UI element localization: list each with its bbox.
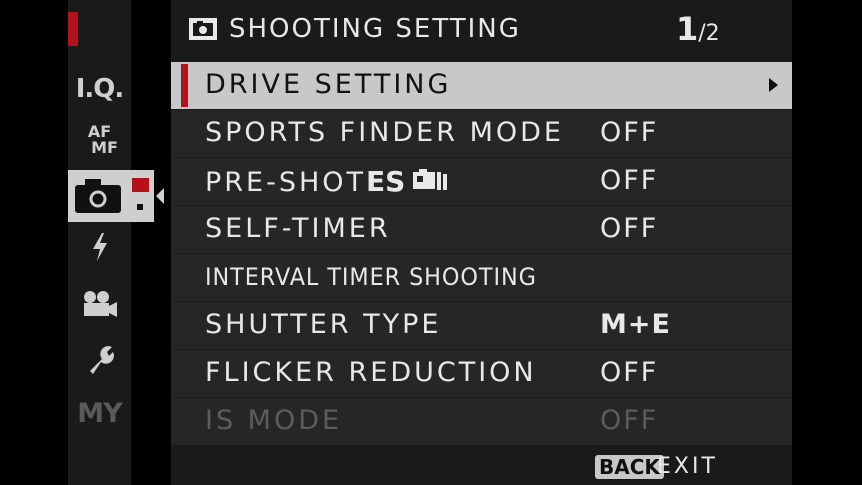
menu-item-pre-shot-es[interactable]: PRE-SHOTES OFF: [171, 158, 792, 205]
page-total: /2: [698, 21, 720, 46]
menu-item-label: SHUTTER TYPE: [205, 309, 442, 340]
menu-item-value: OFF: [600, 213, 659, 244]
back-button[interactable]: BACK: [595, 455, 664, 479]
menu-item-is-mode: IS MODE OFF: [171, 398, 792, 445]
menu-item-interval-timer-shooting[interactable]: INTERVAL TIMER SHOOTING: [171, 254, 792, 301]
shooting-setting-icon: [189, 16, 217, 44]
menu-header: SHOOTING SETTING 1/2: [171, 0, 792, 60]
burst-shooting-icon: [411, 167, 449, 200]
page-indicator: 1/2: [676, 10, 720, 48]
menu-item-self-timer[interactable]: SELF-TIMER OFF: [171, 206, 792, 253]
submenu-arrow-icon: [769, 78, 778, 92]
movie-camera-icon[interactable]: [68, 290, 131, 324]
menu-item-value: OFF: [600, 357, 659, 388]
mf-label: MF: [91, 138, 118, 157]
active-tab-pointer: [156, 188, 164, 204]
menu-panel: SHOOTING SETTING 1/2 DRIVE SETTING SPORT…: [171, 0, 792, 485]
menu-item-label: SPORTS FINDER MODE: [205, 117, 564, 148]
es-label: ES: [366, 165, 406, 198]
menu-footer: BACK EXIT: [171, 450, 792, 485]
flash-icon[interactable]: [68, 232, 131, 266]
menu-item-sports-finder-mode[interactable]: SPORTS FINDER MODE OFF: [171, 110, 792, 157]
menu-item-value: OFF: [600, 117, 659, 148]
page-title: SHOOTING SETTING: [229, 14, 521, 44]
menu-item-label: IS MODE: [205, 405, 343, 436]
menu-item-value: OFF: [600, 165, 659, 196]
wrench-icon[interactable]: [68, 343, 131, 379]
page-current: 1: [676, 10, 699, 48]
menu-item-value: OFF: [600, 405, 659, 436]
menu-tab-sidebar: I.Q. AF MF MY: [68, 0, 154, 485]
menu-item-label: INTERVAL TIMER SHOOTING: [205, 263, 537, 291]
shooting-setting-tab[interactable]: [68, 170, 154, 222]
menu-item-label: SELF-TIMER: [205, 213, 391, 244]
accent-bar: [68, 12, 78, 46]
af-mf-icon[interactable]: AF MF: [68, 124, 131, 156]
menu-item-label: FLICKER REDUCTION: [205, 357, 537, 388]
menu-item-shutter-type[interactable]: SHUTTER TYPE M+E: [171, 302, 792, 349]
menu-item-value: M+E: [600, 309, 671, 340]
exit-label: EXIT: [657, 454, 718, 479]
menu-item-drive-setting[interactable]: DRIVE SETTING: [171, 62, 792, 109]
my-menu-icon[interactable]: MY: [68, 398, 131, 429]
menu-item-label: PRE-SHOT: [205, 167, 367, 198]
camera-icon: [75, 178, 149, 213]
image-quality-icon[interactable]: I.Q.: [68, 74, 131, 104]
selection-marker: [181, 64, 188, 107]
menu-item-flicker-reduction[interactable]: FLICKER REDUCTION OFF: [171, 350, 792, 397]
menu-item-label-group: PRE-SHOTES: [205, 165, 449, 200]
menu-item-label: DRIVE SETTING: [205, 69, 452, 100]
